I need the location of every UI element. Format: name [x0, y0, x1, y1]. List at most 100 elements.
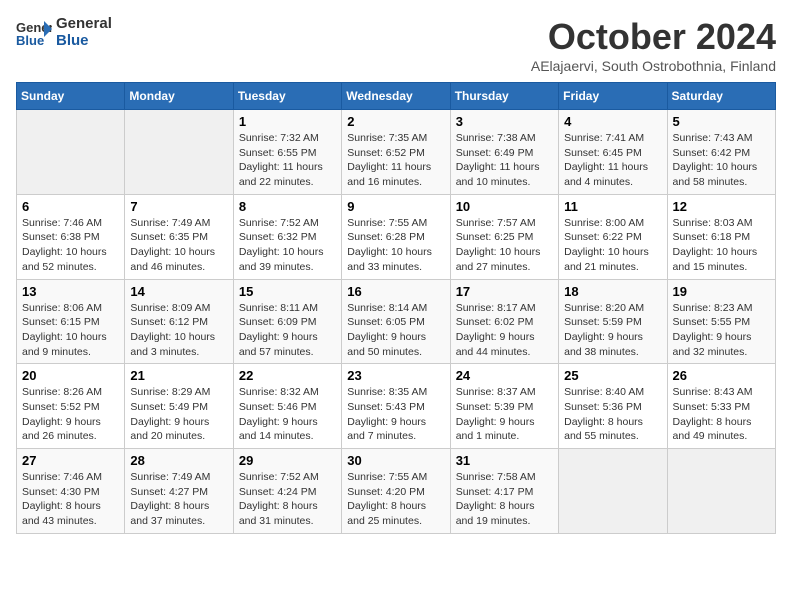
day-number: 4 [564, 114, 661, 129]
cell-content: Daylight: 8 hours and 55 minutes. [564, 415, 661, 444]
cell-content: Daylight: 10 hours and 46 minutes. [130, 245, 227, 274]
cell-content: Sunset: 6:12 PM [130, 315, 227, 330]
cell-content: Sunset: 4:20 PM [347, 485, 444, 500]
cell-content: Sunset: 6:35 PM [130, 230, 227, 245]
cell-content: Daylight: 8 hours and 25 minutes. [347, 499, 444, 528]
calendar-cell: 23Sunrise: 8:35 AMSunset: 5:43 PMDayligh… [342, 364, 450, 449]
cell-content: Sunrise: 8:26 AM [22, 385, 119, 400]
calendar-cell: 8Sunrise: 7:52 AMSunset: 6:32 PMDaylight… [233, 194, 341, 279]
cell-content: Daylight: 11 hours and 4 minutes. [564, 160, 661, 189]
day-number: 1 [239, 114, 336, 129]
calendar-cell: 5Sunrise: 7:43 AMSunset: 6:42 PMDaylight… [667, 110, 775, 195]
calendar-cell: 24Sunrise: 8:37 AMSunset: 5:39 PMDayligh… [450, 364, 558, 449]
day-number: 28 [130, 453, 227, 468]
calendar-cell: 10Sunrise: 7:57 AMSunset: 6:25 PMDayligh… [450, 194, 558, 279]
cell-content: Sunrise: 7:32 AM [239, 131, 336, 146]
cell-content: Sunset: 5:43 PM [347, 400, 444, 415]
cell-content: Sunrise: 8:23 AM [673, 301, 770, 316]
cell-content: Sunset: 6:09 PM [239, 315, 336, 330]
calendar-week-row: 6Sunrise: 7:46 AMSunset: 6:38 PMDaylight… [17, 194, 776, 279]
calendar-cell: 12Sunrise: 8:03 AMSunset: 6:18 PMDayligh… [667, 194, 775, 279]
calendar-cell: 30Sunrise: 7:55 AMSunset: 4:20 PMDayligh… [342, 449, 450, 534]
day-number: 23 [347, 368, 444, 383]
calendar-cell: 3Sunrise: 7:38 AMSunset: 6:49 PMDaylight… [450, 110, 558, 195]
day-number: 29 [239, 453, 336, 468]
cell-content: Daylight: 9 hours and 57 minutes. [239, 330, 336, 359]
day-number: 17 [456, 284, 553, 299]
cell-content: Daylight: 10 hours and 58 minutes. [673, 160, 770, 189]
cell-content: Daylight: 8 hours and 31 minutes. [239, 499, 336, 528]
day-number: 31 [456, 453, 553, 468]
calendar-cell: 20Sunrise: 8:26 AMSunset: 5:52 PMDayligh… [17, 364, 125, 449]
cell-content: Sunset: 4:24 PM [239, 485, 336, 500]
day-number: 25 [564, 368, 661, 383]
day-number: 24 [456, 368, 553, 383]
day-number: 10 [456, 199, 553, 214]
cell-content: Sunset: 5:39 PM [456, 400, 553, 415]
cell-content: Daylight: 9 hours and 20 minutes. [130, 415, 227, 444]
cell-content: Sunrise: 8:43 AM [673, 385, 770, 400]
cell-content: Sunset: 6:28 PM [347, 230, 444, 245]
cell-content: Sunrise: 7:52 AM [239, 470, 336, 485]
cell-content: Sunrise: 8:06 AM [22, 301, 119, 316]
cell-content: Sunrise: 8:09 AM [130, 301, 227, 316]
calendar-cell: 26 Sunrise: 8:43 AMSunset: 5:33 PMDayligh… [667, 364, 775, 449]
col-header-tuesday: Tuesday [233, 83, 341, 110]
day-number: 8 [239, 199, 336, 214]
calendar-cell [559, 449, 667, 534]
cell-content: Daylight: 10 hours and 21 minutes. [564, 245, 661, 274]
cell-content: Daylight: 9 hours and 50 minutes. [347, 330, 444, 359]
calendar-cell: 22Sunrise: 8:32 AMSunset: 5:46 PMDayligh… [233, 364, 341, 449]
cell-content: Daylight: 10 hours and 15 minutes. [673, 245, 770, 274]
cell-content: Sunset: 5:55 PM [673, 315, 770, 330]
cell-content: Daylight: 8 hours and 49 minutes. [673, 415, 770, 444]
cell-content: Daylight: 11 hours and 10 minutes. [456, 160, 553, 189]
cell-content: Sunset: 6:52 PM [347, 146, 444, 161]
cell-content: Daylight: 11 hours and 22 minutes. [239, 160, 336, 189]
calendar-cell: 11Sunrise: 8:00 AMSunset: 6:22 PMDayligh… [559, 194, 667, 279]
cell-content: Sunrise: 8:29 AM [130, 385, 227, 400]
svg-text:Blue: Blue [16, 33, 44, 47]
cell-content: Sunset: 6:32 PM [239, 230, 336, 245]
month-title: October 2024 [531, 16, 776, 58]
day-number: 27 [22, 453, 119, 468]
cell-content: Daylight: 10 hours and 3 minutes. [130, 330, 227, 359]
cell-content: Sunrise: 8:03 AM [673, 216, 770, 231]
day-number: 3 [456, 114, 553, 129]
col-header-saturday: Saturday [667, 83, 775, 110]
cell-content: Sunset: 6:15 PM [22, 315, 119, 330]
logo-blue: Blue [56, 33, 112, 50]
cell-content: Sunrise: 8:35 AM [347, 385, 444, 400]
calendar-cell [125, 110, 233, 195]
cell-content: Daylight: 9 hours and 44 minutes. [456, 330, 553, 359]
day-number: 26 [673, 368, 770, 383]
cell-content: Sunset: 5:46 PM [239, 400, 336, 415]
calendar-cell: 6Sunrise: 7:46 AMSunset: 6:38 PMDaylight… [17, 194, 125, 279]
cell-content: Sunrise: 8:20 AM [564, 301, 661, 316]
cell-content: Daylight: 10 hours and 52 minutes. [22, 245, 119, 274]
calendar-cell: 21Sunrise: 8:29 AMSunset: 5:49 PMDayligh… [125, 364, 233, 449]
day-number: 12 [673, 199, 770, 214]
cell-content: Sunset: 4:27 PM [130, 485, 227, 500]
logo-general: General [56, 16, 112, 33]
calendar-week-row: 13 Sunrise: 8:06 AMSunset: 6:15 PM Dayligh… [17, 279, 776, 364]
cell-content: Daylight: 10 hours and 27 minutes. [456, 245, 553, 274]
logo-icon: General Blue [16, 19, 52, 47]
calendar-cell: 15Sunrise: 8:11 AMSunset: 6:09 PMDayligh… [233, 279, 341, 364]
cell-content: Sunset: 5:33 PM [673, 400, 770, 415]
calendar-cell: 1Sunrise: 7:32 AMSunset: 6:55 PMDaylight… [233, 110, 341, 195]
day-number: 13 [22, 284, 119, 299]
cell-content: Sunset: 6:45 PM [564, 146, 661, 161]
calendar-cell: 9Sunrise: 7:55 AMSunset: 6:28 PMDaylight… [342, 194, 450, 279]
calendar-week-row: 27Sunrise: 7:46 AMSunset: 4:30 PMDayligh… [17, 449, 776, 534]
calendar-cell: 2Sunrise: 7:35 AMSunset: 6:52 PMDaylight… [342, 110, 450, 195]
calendar-cell: 16Sunrise: 8:14 AMSunset: 6:05 PMDayligh… [342, 279, 450, 364]
cell-content: Sunset: 6:05 PM [347, 315, 444, 330]
calendar-cell [17, 110, 125, 195]
cell-content: Sunrise: 7:57 AM [456, 216, 553, 231]
cell-content: Sunrise: 7:55 AM [347, 470, 444, 485]
cell-content: Daylight: 9 hours and 1 minute. [456, 415, 553, 444]
calendar-cell [667, 449, 775, 534]
calendar-cell: 14Sunrise: 8:09 AMSunset: 6:12 PMDayligh… [125, 279, 233, 364]
cell-content: Sunrise: 8:11 AM [239, 301, 336, 316]
